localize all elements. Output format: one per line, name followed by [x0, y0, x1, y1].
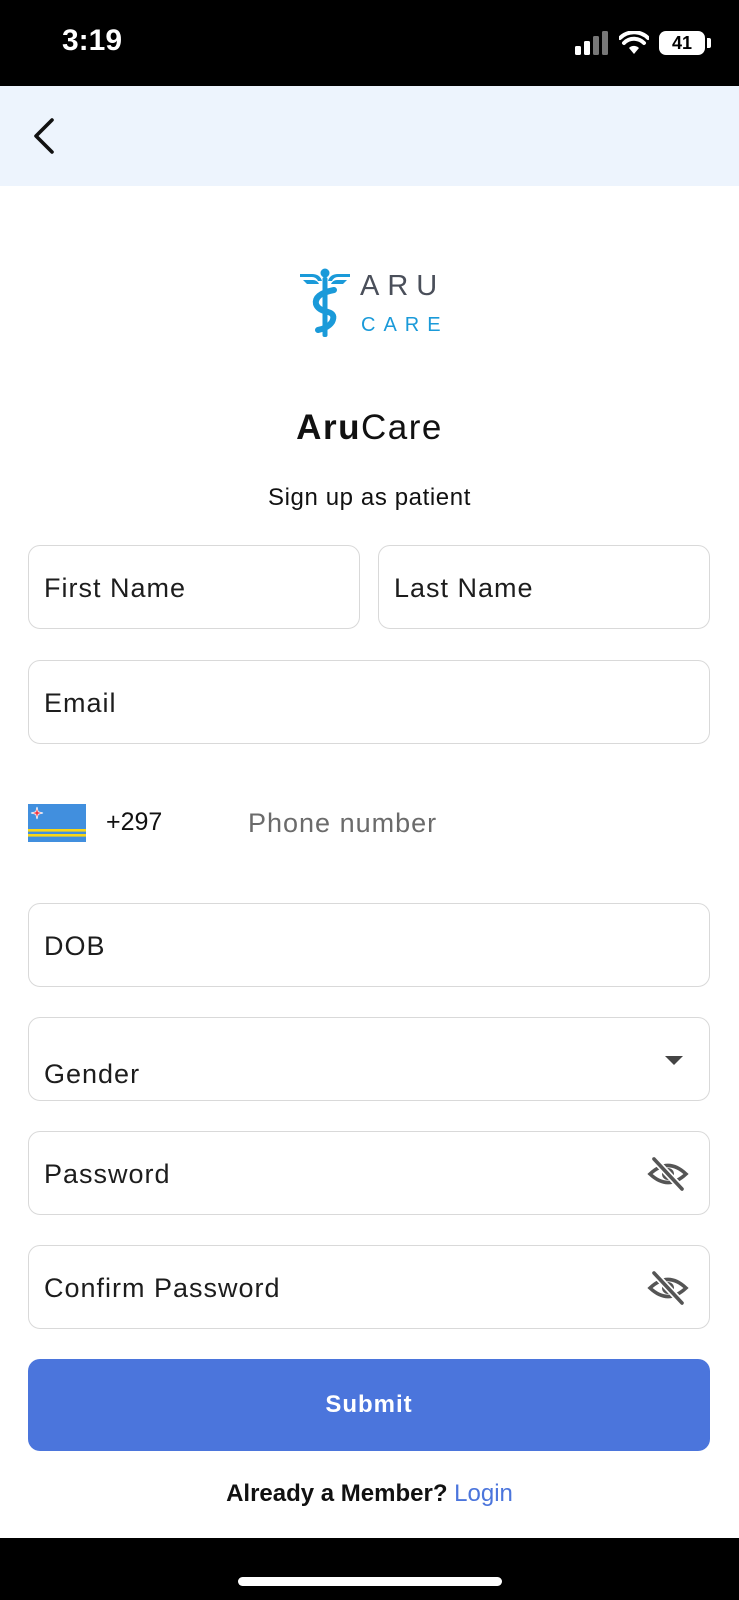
status-bar: 3:19 41	[0, 0, 739, 86]
title-bold: Aru	[296, 408, 361, 447]
gender-select[interactable]: Gender	[28, 1017, 710, 1101]
page-subtitle: Sign up as patient	[268, 484, 471, 511]
confirm-password-label: Confirm Password	[44, 1273, 281, 1303]
app-title: AruCare	[0, 408, 739, 448]
phone-input-row: +297 Phone number	[28, 800, 711, 848]
gender-label: Gender	[44, 1059, 141, 1089]
battery-icon: 41	[659, 31, 705, 55]
aruba-flag-icon[interactable]	[28, 804, 86, 842]
first-name-field[interactable]: First Name	[28, 545, 360, 629]
status-time: 3:19	[62, 24, 123, 57]
wifi-icon	[619, 31, 649, 54]
confirm-password-field[interactable]: Confirm Password	[28, 1245, 710, 1329]
battery-tip	[707, 38, 711, 48]
signal-icon	[575, 31, 608, 55]
caduceus-icon	[300, 268, 350, 337]
submit-button[interactable]: Submit	[28, 1359, 710, 1451]
home-indicator[interactable]	[238, 1577, 502, 1586]
logo-text-aru: ARU	[360, 270, 446, 302]
password-label: Password	[44, 1159, 171, 1189]
email-field[interactable]: Email	[28, 660, 710, 744]
chevron-left-icon	[34, 118, 54, 154]
eye-off-icon[interactable]	[647, 1270, 689, 1306]
login-prompt: Already a Member? Login	[0, 1480, 739, 1508]
password-field[interactable]: Password	[28, 1131, 710, 1215]
email-label: Email	[44, 688, 117, 718]
status-icons: 41	[575, 26, 711, 60]
country-dial-code[interactable]: +297	[106, 808, 162, 837]
dob-field[interactable]: DOB	[28, 903, 710, 987]
last-name-field[interactable]: Last Name	[378, 545, 710, 629]
caret-down-icon	[665, 1056, 683, 1065]
title-regular: Care	[360, 408, 443, 447]
top-nav-bar	[0, 86, 739, 186]
phone-number-input[interactable]: Phone number	[248, 808, 437, 839]
already-member-text: Already a Member?	[226, 1480, 448, 1507]
eye-off-icon[interactable]	[647, 1156, 689, 1192]
home-indicator-area	[0, 1538, 739, 1600]
last-name-label: Last Name	[394, 573, 534, 603]
login-link[interactable]: Login	[454, 1480, 513, 1507]
first-name-label: First Name	[44, 573, 187, 603]
back-button[interactable]	[20, 110, 70, 162]
dob-label: DOB	[44, 931, 106, 961]
arucare-logo: ARU CARE	[298, 268, 448, 340]
logo-text-care: CARE	[361, 314, 449, 336]
